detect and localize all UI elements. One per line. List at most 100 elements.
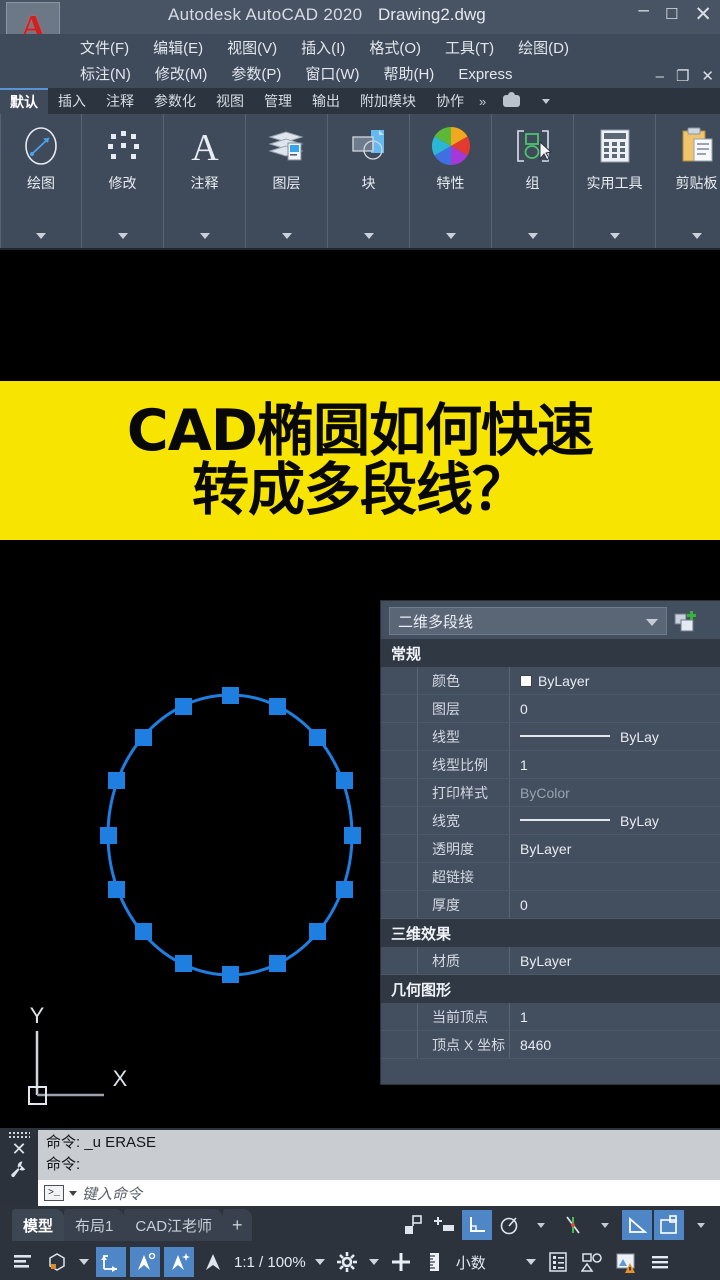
tab-model[interactable]: 模型 (12, 1209, 65, 1241)
minimize-icon[interactable]: – (638, 0, 649, 24)
chevron-down-icon[interactable] (199, 233, 210, 239)
chevron-down-icon[interactable] (314, 1259, 325, 1265)
menu-dimension[interactable]: 标注(N) (68, 61, 143, 88)
menu-edit[interactable]: 编辑(E) (141, 35, 215, 62)
tab-annotate[interactable]: 注释 (96, 88, 144, 114)
tab-insert[interactable]: 插入 (48, 88, 96, 114)
property-value[interactable]: 1 (510, 751, 720, 778)
property-row[interactable]: 线宽 ByLay (381, 807, 720, 835)
ribbon-panel-block[interactable]: 块 (328, 114, 410, 248)
units-ruler-icon[interactable] (420, 1247, 450, 1277)
maximize-icon[interactable]: ☐ (665, 2, 678, 28)
property-group-header[interactable]: 几何图形 (381, 975, 720, 1003)
polyline-ellipse-entity[interactable] (60, 665, 400, 1005)
ribbon-panel-utilities[interactable]: 实用工具 (574, 114, 656, 248)
chevron-down-icon[interactable] (445, 233, 456, 239)
close-icon[interactable]: ✕ (11, 1140, 26, 1158)
menu-tools[interactable]: 工具(T) (433, 35, 506, 62)
property-value[interactable]: 0 (510, 891, 720, 918)
property-group-header[interactable]: 常规 (381, 639, 720, 667)
tab-cad-teacher[interactable]: CAD江老师 (124, 1209, 224, 1241)
tab-manage[interactable]: 管理 (254, 88, 302, 114)
ortho-mode-icon[interactable] (462, 1210, 492, 1240)
property-value[interactable]: ByLay (510, 723, 720, 750)
property-value[interactable]: 1 (510, 1003, 720, 1030)
close-icon[interactable]: ✕ (694, 2, 712, 28)
chevron-down-icon[interactable] (36, 233, 46, 239)
document-restore-icon[interactable]: ❐ (676, 64, 689, 90)
property-value[interactable]: 0 (510, 695, 720, 722)
menu-format[interactable]: 格式(O) (357, 35, 433, 62)
property-row[interactable]: 线型比例 1 (381, 751, 720, 779)
menu-window[interactable]: 窗口(W) (293, 61, 371, 88)
property-row[interactable]: 当前顶点 1 (381, 1003, 720, 1031)
object-snap-box-icon[interactable] (654, 1210, 684, 1240)
customize-wrench-icon[interactable] (10, 1160, 28, 1185)
ribbon-panel-layers[interactable]: 图层 (246, 114, 328, 248)
menu-view[interactable]: 视图(V) (215, 35, 289, 62)
property-row[interactable]: 厚度 0 (381, 891, 720, 919)
quick-select-icon[interactable] (673, 610, 699, 639)
property-group-header[interactable]: 三维效果 (381, 919, 720, 947)
units-value[interactable]: 小数 (452, 1252, 490, 1273)
command-prompt-icon[interactable]: >_ (44, 1185, 64, 1201)
ribbon-panel-draw[interactable]: 绘图 (0, 114, 82, 248)
chevron-down-icon[interactable] (646, 619, 658, 626)
tab-layout1[interactable]: 布局1 (64, 1209, 125, 1241)
ribbon-panel-modify[interactable]: 修改 (82, 114, 164, 248)
workspace-cube-icon[interactable] (42, 1247, 72, 1277)
annotation-visibility-icon[interactable] (130, 1247, 160, 1277)
property-value[interactable]: ByLayer (510, 667, 720, 694)
gear-icon[interactable] (332, 1247, 362, 1277)
chevron-down-icon[interactable] (609, 233, 620, 239)
chevron-down-icon[interactable] (590, 1210, 620, 1240)
object-type-combo[interactable]: 二维多段线 (389, 607, 667, 635)
chevron-down-icon[interactable] (79, 1259, 89, 1265)
tab-view[interactable]: 视图 (206, 88, 254, 114)
add-snap-icon[interactable] (430, 1210, 460, 1240)
command-input-row[interactable]: >_ 键入命令 (38, 1180, 720, 1206)
chevron-down-icon[interactable] (526, 1210, 556, 1240)
chevron-down-icon[interactable] (69, 1190, 77, 1196)
add-plus-icon[interactable] (386, 1247, 416, 1277)
chevron-down-icon[interactable] (686, 1210, 716, 1240)
ribbon-panel-group[interactable]: 组 (492, 114, 574, 248)
annotation-monitor-warning-icon[interactable] (611, 1247, 641, 1277)
annotation-scale-value[interactable]: 1:1 / 100% (230, 1254, 310, 1271)
ribbon-panel-annotate[interactable]: A 注释 (164, 114, 246, 248)
annotation-monitor-icon[interactable] (198, 1247, 228, 1277)
chevron-down-icon[interactable] (363, 233, 374, 239)
property-row[interactable]: 图层 0 (381, 695, 720, 723)
ribbon-panel-clipboard[interactable]: 剪贴板 (656, 114, 720, 248)
menu-help[interactable]: 帮助(H) (371, 61, 446, 88)
property-row[interactable]: 材质 ByLayer (381, 947, 720, 975)
object-snap-icon[interactable] (558, 1210, 588, 1240)
properties-palette[interactable]: 二维多段线 常规 颜色 ByLayer 图层 0 线型 ByLay 线型比例 1… (380, 600, 720, 1085)
chevron-down-icon[interactable] (281, 233, 292, 239)
drag-handle-icon[interactable] (8, 1131, 30, 1138)
ribbon-panel-properties[interactable]: 特性 (410, 114, 492, 248)
chevron-down-icon[interactable] (527, 233, 538, 239)
property-row[interactable]: 顶点 X 坐标 8460 (381, 1031, 720, 1059)
selection-cycling-icon[interactable] (577, 1247, 607, 1277)
chevron-down-icon[interactable] (117, 233, 128, 239)
property-row[interactable]: 超链接 (381, 863, 720, 891)
property-value[interactable]: ByLayer (510, 835, 720, 862)
chevron-down-icon[interactable] (368, 1259, 379, 1265)
document-close-icon[interactable]: ✕ (701, 64, 714, 90)
document-minimize-icon[interactable]: – (656, 64, 664, 90)
menu-draw[interactable]: 绘图(D) (506, 35, 581, 62)
tab-collaborate[interactable]: 协作 (426, 88, 474, 114)
menu-parametric[interactable]: 参数(P) (219, 61, 293, 88)
property-row[interactable]: 透明度 ByLayer (381, 835, 720, 863)
tab-overflow-icon[interactable]: » (474, 88, 491, 114)
property-value[interactable]: ByLayer (510, 947, 720, 974)
isometric-drafting-icon[interactable] (398, 1210, 428, 1240)
quick-properties-icon[interactable] (543, 1247, 573, 1277)
property-value[interactable] (510, 863, 720, 890)
add-layout-button[interactable]: + (223, 1209, 252, 1241)
tab-output[interactable]: 输出 (302, 88, 350, 114)
customization-menu-icon[interactable] (645, 1247, 675, 1277)
property-row[interactable]: 打印样式 ByColor (381, 779, 720, 807)
property-value[interactable]: ByLay (510, 807, 720, 834)
